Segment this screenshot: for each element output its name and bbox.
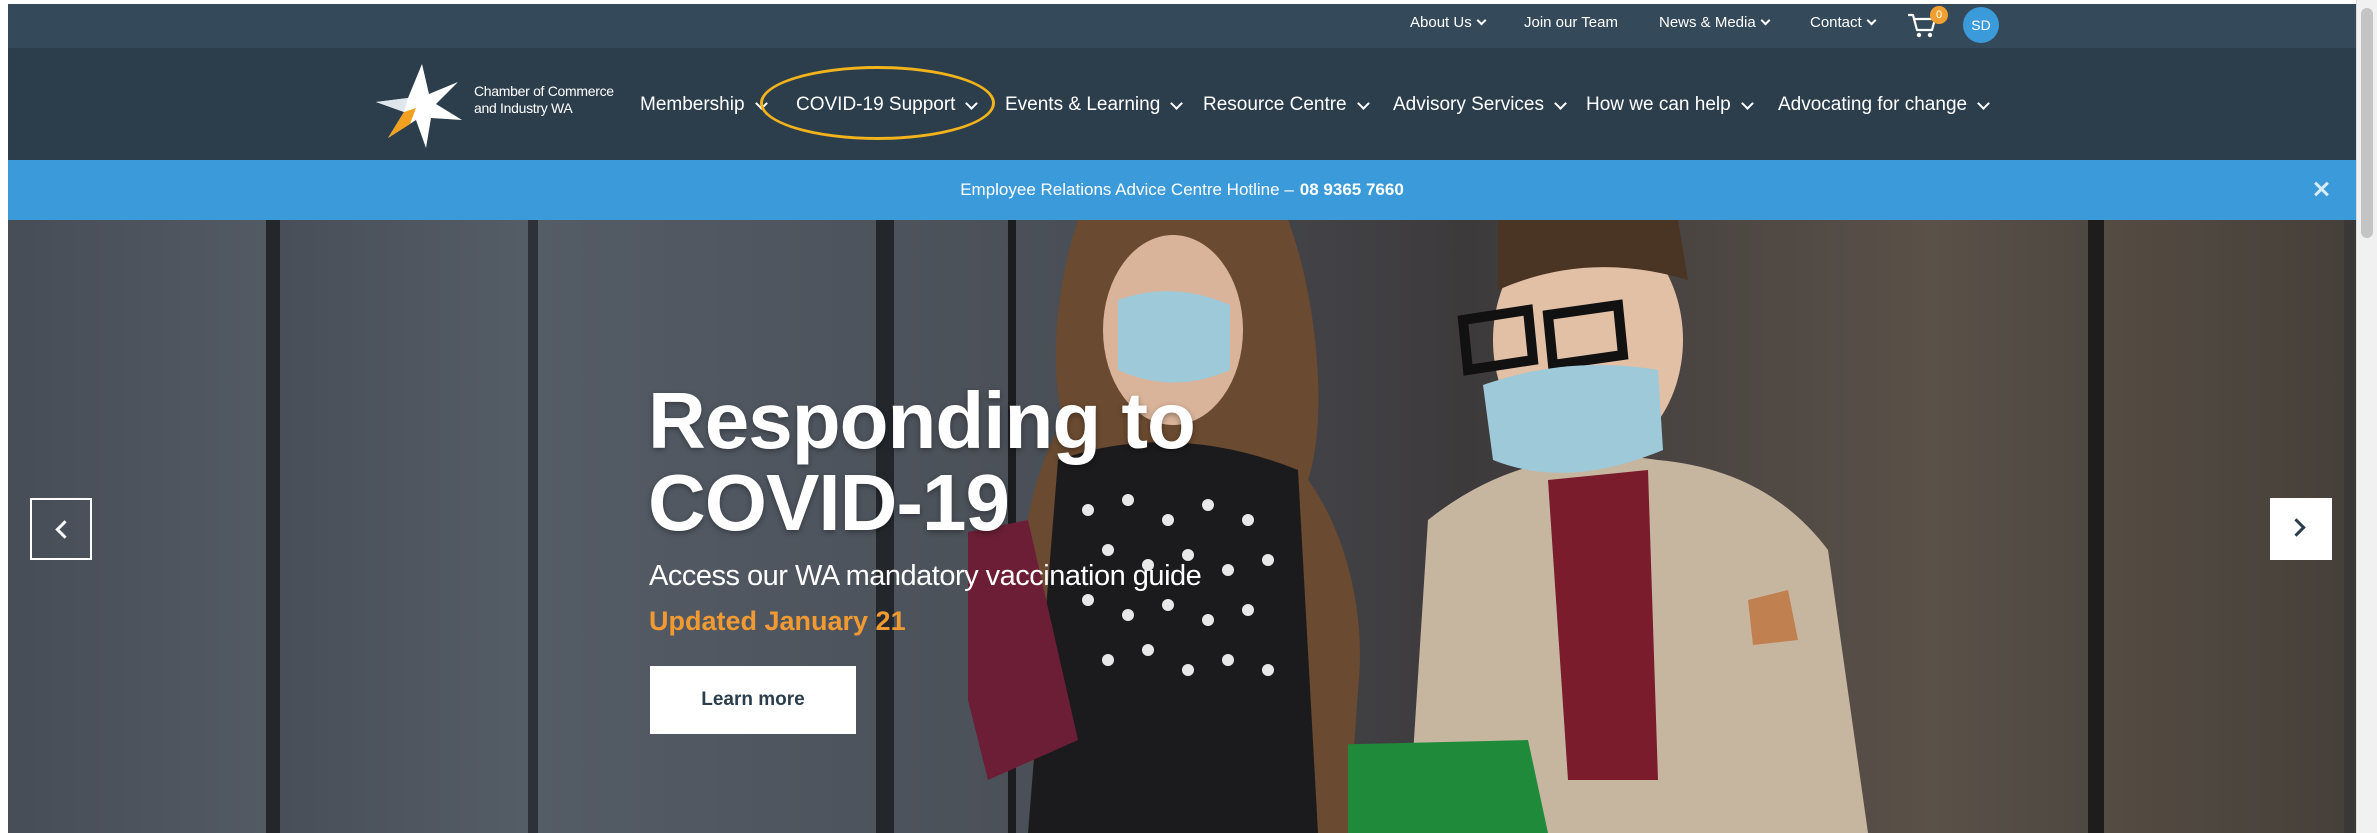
chevron-down-icon [1977, 96, 1990, 110]
cart-count-badge: 0 [1930, 6, 1948, 24]
hotline-phone[interactable]: 08 9365 7660 [1300, 180, 1404, 200]
nav-membership[interactable]: Membership [640, 94, 768, 116]
chevron-down-icon [1866, 15, 1877, 26]
chevron-down-icon [1170, 96, 1184, 110]
hotline-text: Employee Relations Advice Centre Hotline… [960, 180, 1294, 199]
nav-resource-centre-label: Resource Centre [1203, 94, 1347, 115]
utility-bar: About Us Join our Team News & Media Cont… [8, 4, 2356, 48]
hero-updated-text: Updated January 21 [649, 606, 906, 636]
chevron-right-icon [2287, 518, 2306, 537]
hero-background-frame [528, 220, 538, 833]
browser-viewport: About Us Join our Team News & Media Cont… [8, 4, 2356, 833]
nav-how-we-can-help-label: How we can help [1586, 94, 1731, 115]
nav-advocating-for-change-label: Advocating for change [1778, 94, 1968, 115]
nav-advocating-for-change[interactable]: Advocating for change [1778, 94, 1990, 116]
utility-news-media[interactable]: News & Media [1659, 14, 1771, 31]
chevron-left-icon [55, 520, 74, 539]
chevron-down-icon [1554, 96, 1567, 110]
utility-contact-label: Contact [1810, 14, 1862, 31]
hero-title-line2: COVID-19 [648, 458, 1010, 547]
hero-person-man [1348, 220, 1868, 833]
utility-join-our-team[interactable]: Join our Team [1524, 14, 1618, 31]
utility-news-media-label: News & Media [1659, 14, 1756, 31]
nav-advisory-services-label: Advisory Services [1393, 94, 1544, 115]
page-scrollbar[interactable] [2356, 0, 2377, 833]
hero-title: Responding to COVID-19 [648, 376, 1196, 547]
nav-events-learning-label: Events & Learning [1005, 94, 1161, 115]
brand-name-line2: and Industry WA [474, 100, 573, 116]
scrollbar-thumb[interactable] [2361, 8, 2373, 238]
main-navigation: Chamber of Commerce and Industry WA Memb… [8, 48, 2356, 160]
star-logo-icon[interactable] [374, 62, 464, 150]
hero-subtitle: Access our WA mandatory vaccination guid… [649, 560, 1202, 592]
close-icon[interactable] [2310, 178, 2332, 200]
hero-carousel: Responding to COVID-19 Access our WA man… [8, 220, 2356, 833]
hotline-banner: Employee Relations Advice Centre Hotline… [8, 160, 2356, 220]
utility-about-us[interactable]: About Us [1410, 14, 1487, 31]
carousel-next-button[interactable] [2270, 498, 2332, 560]
hero-title-line1: Responding to [648, 376, 1196, 465]
nav-events-learning[interactable]: Events & Learning [1005, 94, 1184, 116]
brand-name[interactable]: Chamber of Commerce and Industry WA [474, 83, 614, 117]
nav-how-we-can-help[interactable]: How we can help [1586, 94, 1754, 116]
nav-membership-label: Membership [640, 94, 745, 115]
user-avatar[interactable]: SD [1963, 7, 1999, 43]
hero-background-frame [2088, 220, 2104, 833]
nav-advisory-services[interactable]: Advisory Services [1393, 94, 1567, 116]
carousel-prev-button[interactable] [30, 498, 92, 560]
learn-more-button[interactable]: Learn more [650, 666, 856, 734]
chevron-down-icon [1356, 96, 1370, 110]
brand-name-line1: Chamber of Commerce [474, 83, 614, 99]
chevron-down-icon [1476, 15, 1487, 26]
utility-contact[interactable]: Contact [1810, 14, 1877, 31]
nav-resource-centre[interactable]: Resource Centre [1203, 94, 1370, 116]
hero-background-frame [266, 220, 280, 833]
highlight-annotation-ring [760, 66, 995, 140]
utility-join-our-team-label: Join our Team [1524, 14, 1618, 31]
chevron-down-icon [1740, 96, 1754, 110]
chevron-down-icon [1760, 15, 1771, 26]
utility-about-us-label: About Us [1410, 14, 1472, 31]
